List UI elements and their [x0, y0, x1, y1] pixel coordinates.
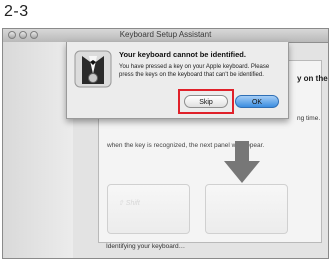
status-text: Identifying your keyboard…: [106, 243, 186, 250]
highlight-box: [178, 89, 234, 114]
target-key: [205, 184, 288, 234]
arrow-down-icon: [224, 141, 260, 183]
background-art: [3, 42, 73, 258]
step-label: 2-3: [4, 3, 29, 20]
alert-title: Your keyboard cannot be identified.: [119, 50, 246, 59]
keyboard-assistant-icon: [74, 50, 112, 88]
keyboard-setup-window: Keyboard Setup Assistant y on the ng tim…: [2, 28, 329, 259]
alert-message: You have pressed a key on your Apple key…: [119, 64, 270, 78]
alert-sheet: Your keyboard cannot be identified. You …: [66, 42, 289, 119]
titlebar: Keyboard Setup Assistant: [3, 29, 328, 43]
ok-button[interactable]: OK: [235, 95, 279, 108]
panel-heading: y on the: [297, 74, 328, 83]
panel-instructions: ng time.: [297, 115, 321, 122]
shift-key: ⇧ Shift: [107, 184, 190, 234]
shift-key-label: ⇧ Shift: [118, 200, 140, 207]
window-title: Keyboard Setup Assistant: [119, 30, 212, 39]
